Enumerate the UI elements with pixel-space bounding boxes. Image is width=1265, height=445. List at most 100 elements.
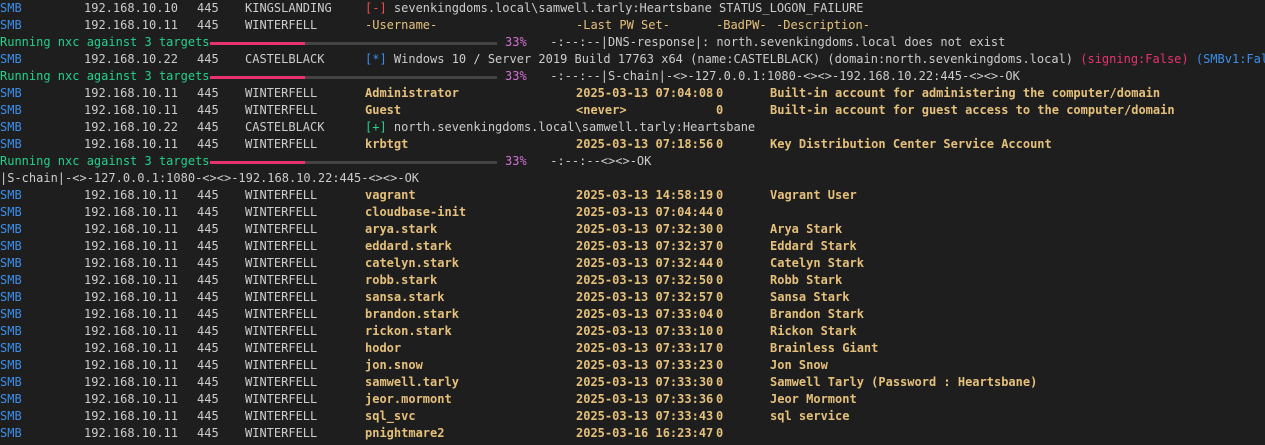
username: catelyn.stark	[365, 256, 459, 270]
protocol-label: SMB	[0, 256, 22, 270]
terminal-output[interactable]: SMB 192.168.10.10 445 KINGSLANDING [-] s…	[0, 0, 1265, 445]
ip-address: 192.168.10.11	[84, 324, 178, 338]
ip-address: 192.168.10.11	[84, 188, 178, 202]
username: samwell.tarly	[365, 375, 459, 389]
last-pw-set: 2025-03-13 07:32:30	[576, 222, 714, 236]
last-pw-set: 2025-03-13 07:32:37	[576, 239, 714, 253]
running-label: Running nxc against 3 targets	[0, 35, 210, 49]
protocol-label: SMB	[0, 52, 22, 66]
username: vagrant	[365, 188, 416, 202]
port-number: 445	[197, 103, 219, 117]
description: sql service	[770, 409, 850, 423]
description: Sansa Stark	[770, 290, 850, 304]
description: Built-in account for guest access to the…	[770, 103, 1175, 117]
port-number: 445	[197, 290, 219, 304]
port-number: 445	[197, 137, 219, 151]
protocol-label: SMB	[0, 375, 22, 389]
bad-pw-count: 0	[716, 409, 724, 423]
port-number: 445	[197, 120, 219, 134]
bad-pw-count: 0	[716, 137, 724, 151]
username: jon.snow	[365, 358, 423, 372]
username: robb.stark	[365, 273, 438, 287]
description: Built-in account for administering the c…	[770, 86, 1161, 100]
ip-address: 192.168.10.11	[84, 239, 178, 253]
username: krbtgt	[365, 137, 409, 151]
bad-pw-count: 0	[716, 290, 724, 304]
bad-pw-count: 0	[716, 188, 724, 202]
last-pw-set: 2025-03-13 07:33:30	[576, 375, 714, 389]
hostname: CASTELBLACK	[245, 120, 325, 134]
last-pw-set: 2025-03-13 07:33:43	[576, 409, 714, 423]
username: Administrator	[365, 86, 459, 100]
bad-pw-count: 0	[716, 426, 724, 440]
hostname: CASTELBLACK	[245, 52, 325, 66]
username: jeor.mormont	[365, 392, 452, 406]
port-number: 445	[197, 409, 219, 423]
progress-message: -:--:--<><>-OK	[543, 154, 652, 168]
protocol-label: SMB	[0, 324, 22, 338]
hostname: WINTERFELL	[245, 324, 318, 338]
credential-text: sevenkingdoms.local\samwell.tarly:Hearts…	[386, 1, 720, 15]
protocol-label: SMB	[0, 426, 22, 440]
ip-address: 192.168.10.11	[84, 18, 178, 32]
ip-address: 192.168.10.11	[84, 307, 178, 321]
user-row: SMB 192.168.10.11 445 WINTERFELL Guest <…	[0, 102, 1175, 119]
progress-bar-fill	[210, 76, 305, 79]
description: Key Distribution Center Service Account	[770, 137, 1052, 151]
success-tag: [+]	[365, 120, 387, 134]
description: Catelyn Stark	[770, 256, 864, 270]
status-text: STATUS_LOGON_FAILURE	[719, 1, 864, 15]
bad-pw-count: 0	[716, 375, 724, 389]
progress-percent: 33%	[505, 69, 527, 83]
last-pw-set: 2025-03-13 07:18:56	[576, 137, 714, 151]
description: Arya Stark	[770, 222, 843, 236]
username: cloudbase-init	[365, 205, 467, 219]
smbv1-flag: (SMBv1:False)	[1195, 52, 1265, 66]
hostname: WINTERFELL	[245, 307, 318, 321]
credential-text: north.sevenkingdoms.local\samwell.tarly:…	[386, 120, 756, 134]
hostname: WINTERFELL	[245, 188, 318, 202]
log-line: SMB 192.168.10.11 445 WINTERFELL -Userna…	[0, 17, 870, 34]
last-pw-set: 2025-03-13 07:04:44	[576, 205, 714, 219]
protocol-label: SMB	[0, 239, 22, 253]
ip-address: 192.168.10.11	[84, 341, 178, 355]
protocol-label: SMB	[0, 103, 22, 117]
protocol-label: SMB	[0, 307, 22, 321]
running-label: Running nxc against 3 targets	[0, 154, 210, 168]
port-number: 445	[197, 86, 219, 100]
ip-address: 192.168.10.11	[84, 205, 178, 219]
username: hodor	[365, 341, 402, 355]
last-pw-set: 2025-03-13 07:32:44	[576, 256, 714, 270]
hostname: WINTERFELL	[245, 341, 318, 355]
bad-pw-count: 0	[716, 222, 724, 236]
ip-address: 192.168.10.11	[84, 256, 178, 270]
column-header-username: -Username-	[365, 18, 438, 32]
auth-result: [+] north.sevenkingdoms.local\samwell.ta…	[365, 119, 755, 136]
bad-pw-count: 0	[716, 392, 724, 406]
hostname: KINGSLANDING	[245, 1, 332, 15]
protocol-label: SMB	[0, 290, 22, 304]
protocol-label: SMB	[0, 137, 22, 151]
last-pw-set: <never>	[576, 103, 627, 117]
port-number: 445	[197, 1, 219, 15]
progress-message: -:--:--|DNS-response|: north.sevenkingdo…	[543, 35, 1006, 49]
progress-line: Running nxc against 3 targets 33% -:--:-…	[0, 34, 1005, 51]
last-pw-set: 2025-03-13 07:33:04	[576, 307, 714, 321]
hostname: WINTERFELL	[245, 409, 318, 423]
ip-address: 192.168.10.11	[84, 222, 178, 236]
port-number: 445	[197, 222, 219, 236]
port-number: 445	[197, 205, 219, 219]
ip-address: 192.168.10.22	[84, 52, 178, 66]
column-header-badpw: -BadPW-	[716, 18, 767, 32]
username: brandon.stark	[365, 307, 459, 321]
port-number: 445	[197, 239, 219, 253]
hostname: WINTERFELL	[245, 375, 318, 389]
port-number: 445	[197, 392, 219, 406]
username: Guest	[365, 103, 402, 117]
protocol-label: SMB	[0, 341, 22, 355]
description: Brainless Giant	[770, 341, 879, 355]
protocol-label: SMB	[0, 18, 22, 32]
port-number: 445	[197, 273, 219, 287]
protocol-label: SMB	[0, 120, 22, 134]
ip-address: 192.168.10.11	[84, 137, 178, 151]
